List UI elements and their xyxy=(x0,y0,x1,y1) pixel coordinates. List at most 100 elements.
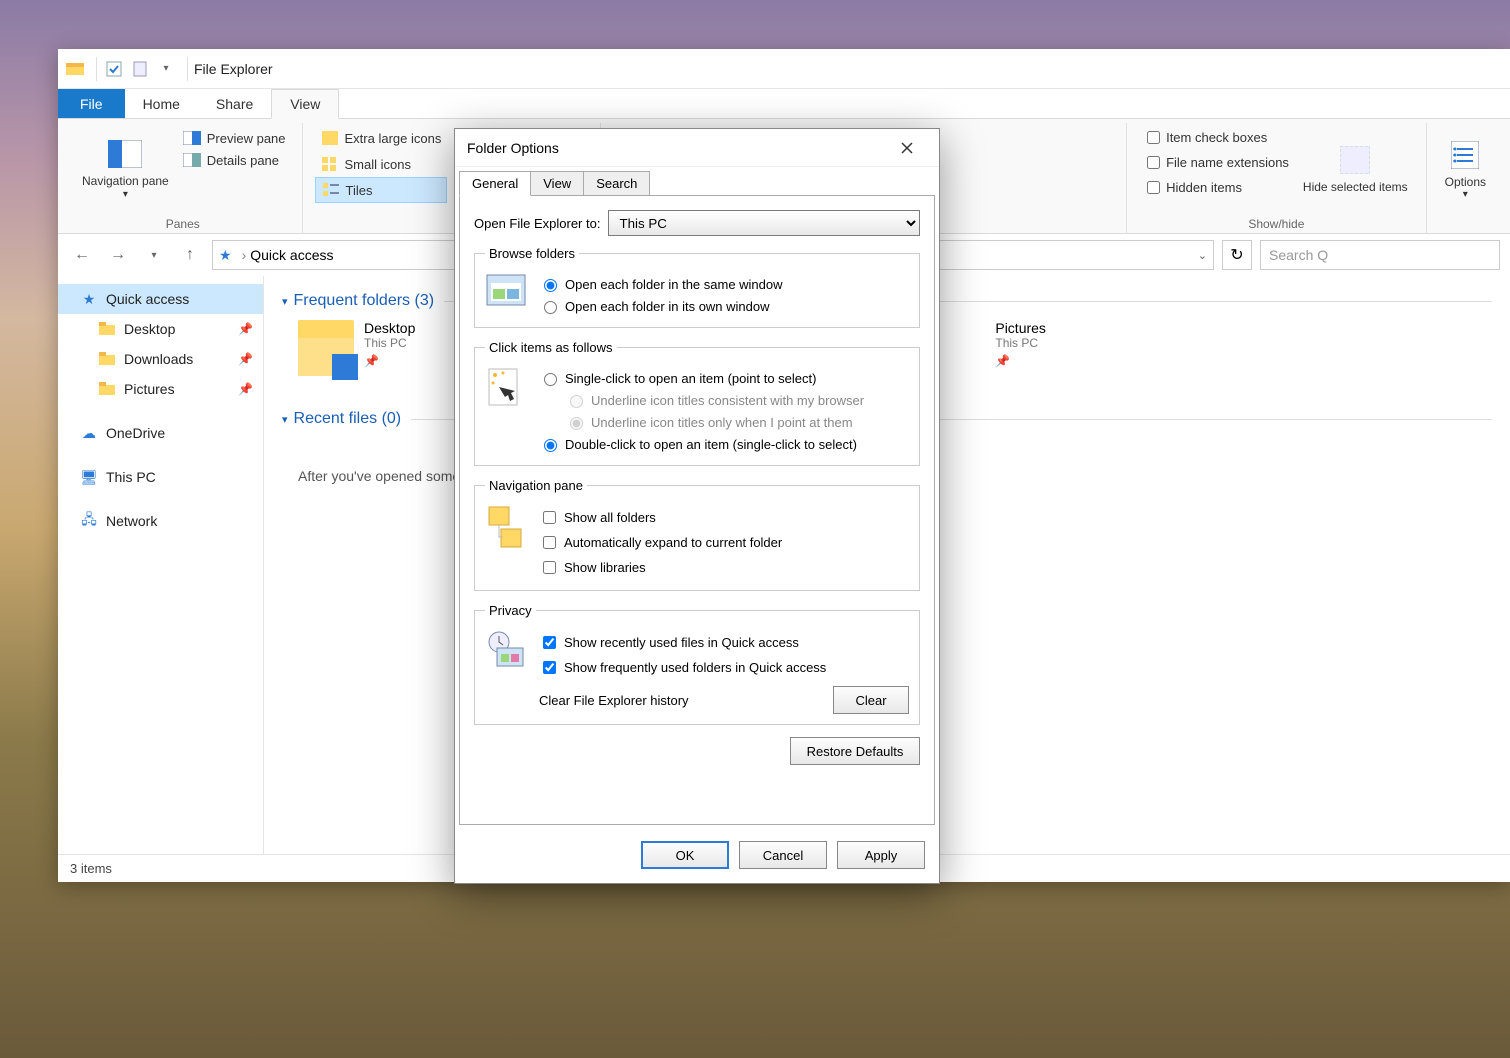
checkbox-show-all-folders[interactable]: Show all folders xyxy=(539,505,909,530)
pin-icon: 📌 xyxy=(238,322,253,336)
item-check-boxes-toggle[interactable]: Item check boxes xyxy=(1137,125,1295,150)
network-icon: 🖧 xyxy=(80,512,98,530)
folder-options-dialog: Folder Options General View Search Open … xyxy=(454,128,940,884)
navigation-pane-group: Navigation pane Show all folders Automat… xyxy=(474,478,920,591)
pc-icon: 🖥 xyxy=(80,468,98,486)
folder-desktop[interactable]: Desktop This PC 📌 xyxy=(298,320,415,376)
ribbon-group-panes: Navigation pane ▾ Preview pane Details p… xyxy=(64,123,303,233)
pin-icon: 📌 xyxy=(238,382,253,396)
item-count: 3 items xyxy=(70,861,112,876)
cloud-icon: ☁ xyxy=(80,424,98,442)
qat-dropdown-icon[interactable]: ▾ xyxy=(155,58,177,80)
dropdown-arrow-icon: ▾ xyxy=(1463,189,1468,200)
pin-icon: 📌 xyxy=(238,352,253,366)
file-name-extensions-toggle[interactable]: File name extensions xyxy=(1137,150,1295,175)
close-button[interactable] xyxy=(887,133,927,163)
dialog-tab-view[interactable]: View xyxy=(530,171,584,196)
dropdown-arrow-icon[interactable]: ⌄ xyxy=(1198,249,1207,262)
preview-pane-button[interactable]: Preview pane xyxy=(177,127,292,149)
open-to-row: Open File Explorer to: This PC xyxy=(474,210,920,236)
recent-locations-button[interactable]: ▾ xyxy=(140,241,168,269)
star-icon: ★ xyxy=(80,290,98,308)
dialog-tab-general[interactable]: General xyxy=(459,171,531,196)
layout-small[interactable]: Small icons xyxy=(315,151,448,177)
browse-folders-group: Browse folders Open each folder in the s… xyxy=(474,246,920,328)
star-icon: ★ xyxy=(219,247,232,264)
apply-button[interactable]: Apply xyxy=(837,841,925,869)
sidebar-item-onedrive[interactable]: ☁OneDrive xyxy=(58,418,263,448)
sidebar-item-pictures[interactable]: Pictures📌 xyxy=(58,374,263,404)
titlebar: ▾ File Explorer xyxy=(58,49,1510,89)
qat-properties-icon[interactable] xyxy=(103,58,125,80)
ribbon-tabs: File Home Share View xyxy=(58,89,1510,119)
layout-extra-large[interactable]: Extra large icons xyxy=(315,125,448,151)
sidebar-item-quick-access[interactable]: ★Quick access xyxy=(58,284,263,314)
dialog-title: Folder Options xyxy=(467,140,559,156)
restore-defaults-button[interactable]: Restore Defaults xyxy=(790,737,920,765)
dialog-tabs: General View Search xyxy=(455,167,939,196)
radio-same-window[interactable]: Open each folder in the same window xyxy=(539,273,909,295)
refresh-button[interactable]: ↻ xyxy=(1222,240,1252,270)
navigation-pane-icon xyxy=(107,136,143,172)
small-icon xyxy=(321,156,339,172)
dialog-tab-search[interactable]: Search xyxy=(583,171,650,196)
navigation-pane-button[interactable]: Navigation pane ▾ xyxy=(74,123,177,213)
clear-button[interactable]: Clear xyxy=(833,686,909,714)
preview-pane-icon xyxy=(183,130,201,146)
folder-pictures[interactable]: Pictures This PC 📌 xyxy=(995,320,1046,376)
browse-folders-icon xyxy=(485,273,527,315)
open-to-label: Open File Explorer to: xyxy=(474,216,600,231)
sidebar-item-this-pc[interactable]: 🖥This PC xyxy=(58,462,263,492)
dropdown-arrow-icon: ▾ xyxy=(123,189,128,200)
radio-double-click[interactable]: Double-click to open an item (single-cli… xyxy=(539,433,909,455)
explorer-icon xyxy=(64,58,86,80)
checkbox-auto-expand[interactable]: Automatically expand to current folder xyxy=(539,530,909,555)
open-to-combo[interactable]: This PC xyxy=(608,210,920,236)
sidebar-item-network[interactable]: 🖧Network xyxy=(58,506,263,536)
tab-file[interactable]: File xyxy=(58,89,125,118)
cancel-button[interactable]: Cancel xyxy=(739,841,827,869)
forward-button[interactable]: → xyxy=(104,241,132,269)
options-button[interactable]: Options ▾ xyxy=(1437,123,1494,213)
checkbox-recent-files[interactable]: Show recently used files in Quick access xyxy=(539,630,909,655)
tab-view[interactable]: View xyxy=(271,89,339,119)
ok-button[interactable]: OK xyxy=(641,841,729,869)
ribbon-group-options: Options ▾ xyxy=(1427,123,1504,233)
radio-underline-point: Underline icon titles only when I point … xyxy=(565,411,909,433)
up-button[interactable]: ↑ xyxy=(176,241,204,269)
sidebar-item-downloads[interactable]: Downloads📌 xyxy=(58,344,263,374)
details-pane-icon xyxy=(183,152,201,168)
tab-share[interactable]: Share xyxy=(198,89,271,118)
navigation-pane: ★Quick access Desktop📌 Downloads📌 Pictur… xyxy=(58,276,264,854)
dialog-titlebar: Folder Options xyxy=(455,129,939,167)
back-button[interactable]: ← xyxy=(68,241,96,269)
pin-icon: 📌 xyxy=(995,354,1046,368)
tab-home[interactable]: Home xyxy=(125,89,198,118)
checkbox-show-libraries[interactable]: Show libraries xyxy=(539,555,909,580)
collapse-arrow-icon: ▾ xyxy=(282,413,288,426)
restore-defaults-row: Restore Defaults xyxy=(474,737,920,765)
checkbox-frequent-folders[interactable]: Show frequently used folders in Quick ac… xyxy=(539,655,909,680)
folder-icon xyxy=(298,320,354,376)
breadcrumb-quick-access[interactable]: Quick access xyxy=(250,247,333,263)
search-input[interactable]: Search Q xyxy=(1260,240,1500,270)
details-pane-button[interactable]: Details pane xyxy=(177,149,292,171)
clear-history-label: Clear File Explorer history xyxy=(539,693,689,708)
radio-underline-browser: Underline icon titles consistent with my… xyxy=(565,389,909,411)
click-items-icon xyxy=(485,367,527,409)
qat-newfolder-icon[interactable] xyxy=(129,58,151,80)
hidden-items-toggle[interactable]: Hidden items xyxy=(1137,175,1295,200)
options-icon xyxy=(1447,137,1483,173)
clear-history-row: Clear File Explorer history Clear xyxy=(539,686,909,714)
folder-icon xyxy=(98,320,116,338)
window-title: File Explorer xyxy=(194,61,273,77)
dialog-body: Open File Explorer to: This PC Browse fo… xyxy=(459,195,935,825)
collapse-arrow-icon: ▾ xyxy=(282,295,288,308)
hide-selected-items-button[interactable]: Hide selected items xyxy=(1295,123,1416,213)
radio-single-click[interactable]: Single-click to open an item (point to s… xyxy=(539,367,909,389)
click-items-group: Click items as follows Single-click to o… xyxy=(474,340,920,466)
radio-own-window[interactable]: Open each folder in its own window xyxy=(539,295,909,317)
privacy-group: Privacy Show recently used files in Quic… xyxy=(474,603,920,725)
layout-tiles[interactable]: Tiles xyxy=(315,177,448,203)
sidebar-item-desktop[interactable]: Desktop📌 xyxy=(58,314,263,344)
